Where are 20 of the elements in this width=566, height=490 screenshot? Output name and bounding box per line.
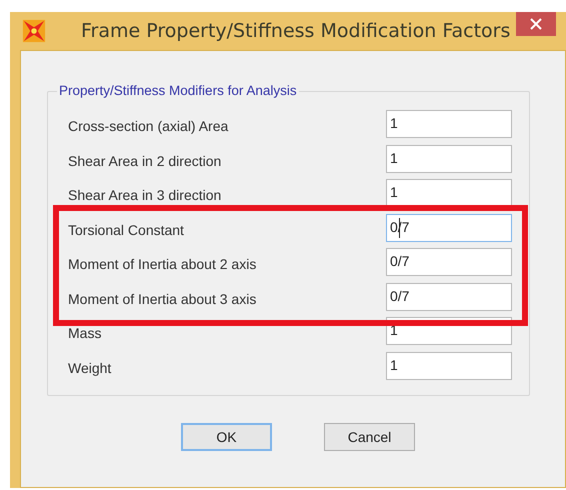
dialog-button[interactable]: Cancel (324, 423, 415, 451)
field-label: Mass (68, 324, 102, 342)
field-label: Shear Area in 2 direction (68, 152, 222, 169)
input-field[interactable]: 1 (386, 179, 512, 208)
field-label: Moment of Inertia about 3 axis (68, 290, 258, 307)
input-field[interactable]: 0/7 (386, 248, 512, 276)
window-title: Frame Property/Stiffness Modification Factors (81, 20, 510, 42)
star-icon (22, 19, 46, 43)
field-label: Cross-section (axial) Area (68, 117, 230, 134)
field-label: Shear Area in 3 direction (68, 186, 222, 204)
input-field[interactable]: 1 (386, 352, 512, 380)
field-label: Torsional Constant (68, 220, 185, 238)
input-field[interactable]: 0/7 (386, 282, 512, 311)
close-icon[interactable] (516, 12, 556, 36)
input-field[interactable]: 1 (386, 144, 512, 173)
input-field[interactable]: 1 (386, 110, 512, 138)
dialog-button[interactable]: OK (181, 423, 272, 451)
field-label: Moment of Inertia about 2 axis (68, 255, 258, 272)
group-title: Property/Stiffness Modifiers for Analysis (57, 83, 299, 98)
field-label: Weight (68, 358, 112, 376)
